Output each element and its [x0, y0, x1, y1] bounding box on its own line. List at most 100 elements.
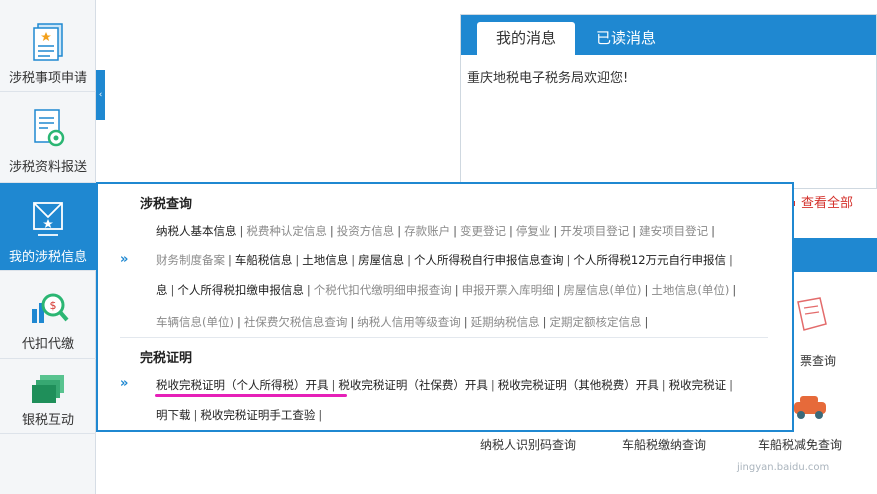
link-separator: |	[644, 315, 649, 329]
message-tab-bar: 我的消息 已读消息	[461, 15, 876, 55]
link-separator: |	[661, 378, 666, 392]
service-label-vehicle-relief[interactable]: 车船税减免查询	[758, 436, 842, 453]
menu-link[interactable]: 个税代扣代缴明细申报查询	[314, 283, 452, 297]
menu-link[interactable]: 建安项目登记	[639, 224, 708, 238]
link-separator: |	[453, 224, 457, 238]
link-separator: |	[239, 224, 244, 238]
menu-link[interactable]: 个人所得税扣缴申报信息	[177, 283, 304, 297]
menu-link[interactable]: 税收完税证	[669, 378, 727, 392]
menu-link[interactable]: 申报开票入库明细	[462, 283, 554, 297]
menu-link[interactable]: 停复业	[516, 224, 551, 238]
menu-link[interactable]: 社保费欠税信息查询	[244, 315, 348, 329]
menu-link[interactable]: 个人所得税自行申报信息查询	[414, 253, 564, 267]
tax-info-dropdown-menu: 涉税查询 » 纳税人基本信息 | 税费种认定信息 | 投资方信息 | 存款账户 | 变更登记 | 停…	[96, 182, 794, 432]
sidebar-item-label: 银税互动	[21, 413, 74, 428]
section-title-tax-certificate: 完税证明	[140, 351, 193, 366]
sidebar-item-my-tax-info[interactable]: 我的涉税信息	[0, 183, 96, 271]
sidebar-item-label: 我的涉税信息	[8, 250, 87, 265]
link-separator: |	[236, 315, 241, 329]
tab-my-messages[interactable]: 我的消息	[477, 22, 575, 55]
menu-link[interactable]: 房屋信息	[358, 253, 404, 267]
menu-link[interactable]: 税收完税证明（其他税费）开具	[498, 378, 659, 392]
link-line: 明下载 | 税收完税证明手工查验 |	[156, 407, 768, 427]
link-separator: |	[732, 283, 737, 297]
menu-link[interactable]: 个人所得税12万元自行申报信	[573, 253, 726, 267]
menu-link[interactable]: 息	[156, 283, 168, 297]
service-label-taxpayer-id[interactable]: 纳税人识别码查询	[480, 436, 576, 453]
link-separator: |	[509, 224, 513, 238]
watermark-text: jingyan.baidu.com	[737, 462, 830, 473]
link-separator: |	[454, 283, 459, 297]
link-separator: |	[556, 283, 561, 297]
link-separator: |	[351, 253, 356, 267]
link-line: 息 | 个人所得税扣缴申报信息 | 个税代扣代缴明细申报查询 | 申报开票入库明细 | 房屋信息…	[156, 282, 768, 302]
link-separator: |	[397, 224, 402, 238]
svg-text:$: $	[50, 299, 57, 312]
menu-link[interactable]: 税费种认定信息	[246, 224, 327, 238]
sidebar-item-submit-documents[interactable]: 涉税资料报送	[0, 92, 96, 183]
link-separator: |	[193, 408, 198, 422]
link-separator: |	[295, 253, 300, 267]
message-panel: 我的消息 已读消息 重庆地税电子税务局欢迎您!	[460, 14, 877, 189]
section-header-strip	[793, 238, 877, 272]
menu-link[interactable]: 车船税信息	[235, 253, 293, 267]
sidebar-item-withholding[interactable]: $ 代扣代缴	[0, 271, 96, 359]
link-separator: |	[566, 253, 571, 267]
link-separator: |	[170, 283, 175, 297]
view-all-link[interactable]: 查看全部	[790, 192, 853, 211]
menu-link[interactable]: 定期定额核定信息	[549, 315, 641, 329]
link-separator: |	[490, 378, 495, 392]
menu-link[interactable]: 开发项目登记	[560, 224, 629, 238]
link-separator: |	[318, 408, 323, 422]
menu-link[interactable]: 税收完税证明（个人所得税）开具	[156, 378, 329, 392]
link-separator: |	[553, 224, 558, 238]
menu-link[interactable]: 税收完税证明手工查验	[200, 408, 315, 422]
menu-link[interactable]: 房屋信息(单位)	[564, 283, 642, 297]
link-line: 财务制度备案 | 车船税信息 | 土地信息 | 房屋信息 | 个人所得税自行申报信息查询 | 个人所…	[156, 252, 768, 272]
menu-link[interactable]: 变更登记	[460, 224, 506, 238]
section-title-tax-query: 涉税查询	[140, 197, 193, 212]
link-separator: |	[306, 283, 311, 297]
menu-link[interactable]: 延期纳税信息	[471, 315, 540, 329]
annotation-underline	[155, 394, 347, 397]
document-gear-icon	[34, 109, 65, 147]
sidebar-collapse-button[interactable]: ‹	[96, 70, 105, 120]
left-sidebar: 涉税事项申请 涉税资料报送 我的涉税信息 $ 代扣代缴 银税互动	[0, 0, 96, 494]
documents-icon	[33, 23, 63, 61]
link-separator: |	[729, 378, 733, 392]
link-line: 车辆信息(单位) | 社保费欠税信息查询 | 纳税人信用等级查询 | 延期纳税信息 | 定期定额…	[156, 314, 768, 334]
menu-link[interactable]: 车辆信息(单位)	[156, 315, 234, 329]
link-separator: |	[329, 224, 334, 238]
menu-link[interactable]: 纳税人信用等级查询	[357, 315, 461, 329]
link-separator: |	[350, 315, 355, 329]
welcome-message: 重庆地税电子税务局欢迎您!	[467, 71, 629, 86]
menu-link[interactable]: 纳税人基本信息	[156, 224, 237, 238]
envelope-icon	[33, 202, 63, 236]
link-separator: |	[711, 224, 715, 238]
service-label-vehicle-tax[interactable]: 车船税缴纳查询	[622, 436, 706, 453]
sidebar-item-tax-application[interactable]: 涉税事项申请	[0, 0, 96, 92]
link-separator: |	[407, 253, 411, 267]
view-all-label: 查看全部	[801, 196, 854, 211]
menu-link[interactable]: 存款账户	[404, 224, 450, 238]
menu-link[interactable]: 财务制度备案	[156, 253, 225, 267]
menu-link[interactable]: 投资方信息	[337, 224, 395, 238]
tab-read-messages[interactable]: 已读消息	[581, 22, 671, 55]
car-icon	[794, 396, 826, 419]
sidebar-item-label: 涉税事项申请	[8, 71, 87, 86]
menu-link[interactable]: 税收完税证明（社保费）开具	[338, 378, 488, 392]
sidebar-item-label: 涉税资料报送	[8, 160, 87, 175]
invoice-icon	[797, 297, 827, 331]
menu-link[interactable]: 土地信息(单位)	[651, 283, 729, 297]
link-line: 纳税人基本信息 | 税费种认定信息 | 投资方信息 | 存款账户 | 变更登记 | 停复业 | 开发项目…	[156, 223, 768, 243]
link-separator: |	[542, 315, 547, 329]
menu-link[interactable]: 土地信息	[302, 253, 348, 267]
menu-link[interactable]: 明下载	[156, 408, 191, 422]
link-separator: |	[331, 378, 336, 392]
sidebar-item-bank-tax[interactable]: 银税互动	[0, 359, 96, 434]
link-separator: |	[632, 224, 637, 238]
link-separator: |	[729, 253, 733, 267]
section-divider	[120, 337, 768, 338]
service-label-invoice[interactable]: 票查询	[800, 352, 836, 369]
link-separator: |	[463, 315, 468, 329]
